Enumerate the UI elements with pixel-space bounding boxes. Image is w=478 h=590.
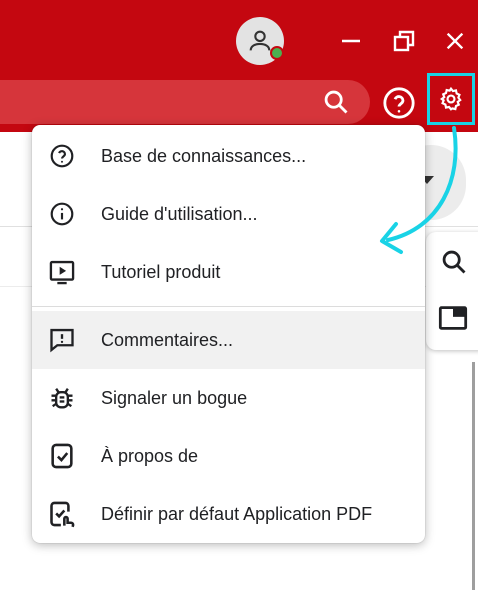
restore-button[interactable] bbox=[388, 26, 420, 56]
menu-item-label: Tutoriel produit bbox=[101, 261, 221, 282]
side-panel-button[interactable] bbox=[438, 304, 468, 332]
bug-icon bbox=[48, 384, 76, 412]
menu-item-label: Définir par défaut Application PDF bbox=[101, 503, 373, 524]
menu-item-knowledge-base[interactable]: Base de connaissances... bbox=[32, 127, 425, 185]
menu-item-label: Signaler un bogue bbox=[101, 387, 248, 408]
menu-divider bbox=[32, 306, 425, 307]
close-icon bbox=[446, 32, 464, 50]
info-circle-icon bbox=[48, 200, 76, 228]
search-field[interactable] bbox=[0, 80, 370, 124]
menu-item-label: Base de connaissances... bbox=[101, 145, 307, 166]
help-button[interactable] bbox=[382, 86, 416, 120]
search-button[interactable] bbox=[322, 88, 350, 116]
scrollbar[interactable] bbox=[472, 362, 475, 590]
annotation-arrow bbox=[380, 126, 458, 254]
menu-item-product-tutorial[interactable]: Tutoriel produit bbox=[32, 243, 425, 301]
menu-item-set-default-pdf[interactable]: Définir par défaut Application PDF bbox=[32, 485, 425, 543]
help-circle-icon bbox=[383, 87, 415, 119]
menu-item-label: À propos de bbox=[101, 445, 199, 466]
restore-icon bbox=[393, 30, 415, 52]
about-icon bbox=[48, 442, 76, 470]
menu-item-report-bug[interactable]: Signaler un bogue bbox=[32, 369, 425, 427]
menu-item-about[interactable]: À propos de bbox=[32, 427, 425, 485]
menu-item-feedback[interactable]: Commentaires... bbox=[32, 311, 425, 369]
video-tutorial-icon bbox=[48, 258, 76, 286]
settings-button[interactable] bbox=[427, 73, 475, 125]
settings-menu: Base de connaissances... Guide d'utilisa… bbox=[32, 125, 425, 543]
close-button[interactable] bbox=[440, 26, 470, 56]
gear-icon bbox=[439, 86, 462, 111]
menu-item-label: Guide d'utilisation... bbox=[101, 203, 258, 224]
help-circle-icon bbox=[48, 142, 76, 170]
feedback-icon bbox=[48, 326, 76, 354]
panel-icon bbox=[438, 306, 468, 330]
menu-item-user-guide[interactable]: Guide d'utilisation... bbox=[32, 185, 425, 243]
minimize-button[interactable] bbox=[334, 26, 368, 56]
online-status-dot bbox=[270, 46, 284, 60]
search-icon bbox=[324, 90, 348, 114]
menu-item-label: Commentaires... bbox=[101, 329, 234, 350]
set-default-icon bbox=[48, 500, 76, 528]
minimize-icon bbox=[342, 39, 360, 43]
